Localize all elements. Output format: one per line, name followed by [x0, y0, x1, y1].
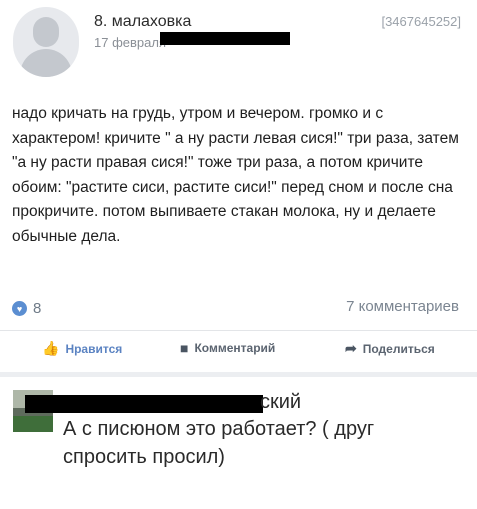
post-actions-bar: 👍 Нравится ■ Комментарий ➦ Поделиться [0, 340, 477, 366]
speech-bubble-icon: ■ [180, 340, 189, 356]
likes-count: 8 [33, 300, 42, 317]
share-arrow-icon: ➦ [345, 340, 357, 356]
like-button-label: Нравится [65, 341, 123, 356]
share-button-label: Поделиться [362, 341, 435, 356]
comment-item: ский А с писюном это работает? ( друг сп… [0, 377, 477, 509]
author-name[interactable]: 8. малаховка [94, 13, 191, 31]
likes-summary[interactable]: ♥ 8 [12, 300, 41, 317]
post-card: 8. малаховка [3467645252] 17 февраля над… [0, 0, 477, 372]
divider [0, 330, 477, 331]
heart-icon: ♥ [12, 301, 27, 316]
comment-button-label: Комментарий [194, 341, 276, 355]
author-avatar[interactable] [13, 7, 79, 77]
post-text: надо кричать на грудь, утром и вечером. … [12, 105, 459, 245]
post-id: [3467645252] [381, 14, 461, 29]
avatar-placeholder-head [33, 17, 59, 47]
redaction-bar [160, 32, 290, 45]
thumbs-up-icon: 👍 [42, 340, 60, 356]
comment-text: А с писюном это работает? ( друг спросит… [63, 418, 375, 468]
redaction-bar [25, 395, 263, 413]
like-button[interactable]: 👍 Нравится [42, 340, 122, 357]
avatar-photo-grass [13, 416, 53, 432]
comments-count[interactable]: 7 комментариев [346, 298, 459, 315]
commenter-name[interactable]: ский [260, 391, 301, 414]
share-button[interactable]: ➦ Поделиться [345, 340, 435, 357]
post-date: 17 февраля [94, 35, 166, 50]
comment-button[interactable]: ■ Комментарий [180, 340, 275, 356]
avatar-placeholder-body [20, 49, 72, 77]
